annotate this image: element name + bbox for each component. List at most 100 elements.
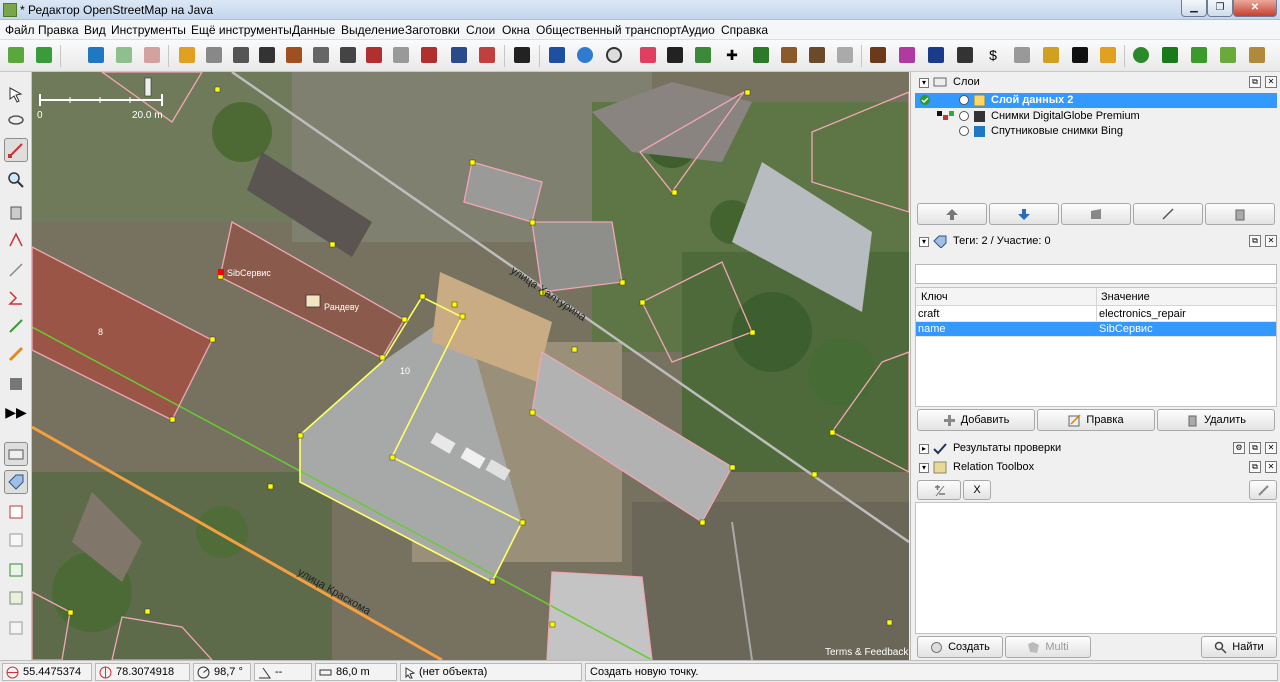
menu-public-transport[interactable]: Общественный транспорт	[536, 23, 682, 37]
pencil-green-icon[interactable]	[4, 314, 28, 338]
toggle-notes-icon[interactable]	[4, 616, 28, 640]
add-tag-button[interactable]: Добавить	[917, 409, 1035, 431]
menu-windows[interactable]: Окна	[502, 23, 530, 37]
column-value-header[interactable]: Значение	[1101, 291, 1150, 303]
layer-item-data-layer-2[interactable]: Слой данных 2	[915, 93, 1277, 108]
preset-wheat-icon[interactable]	[1246, 44, 1268, 66]
draw-mode-icon[interactable]	[4, 138, 28, 162]
edit-tag-button[interactable]: Правка	[1037, 409, 1155, 431]
validation-panel-header[interactable]: ▸ Результаты проверки ⚙ ⧉ ✕	[915, 440, 1279, 458]
delete-mode-icon[interactable]	[4, 200, 28, 224]
collapse-icon[interactable]: ▾	[919, 237, 929, 247]
preset-factory-icon[interactable]	[806, 44, 828, 66]
detach-icon[interactable]: ⧉	[1249, 76, 1261, 88]
building-tool-icon[interactable]	[4, 372, 28, 396]
menu-audio[interactable]: Аудио	[681, 23, 715, 37]
preset-building-icon[interactable]	[448, 44, 470, 66]
preset-grid-icon[interactable]	[390, 44, 412, 66]
preset-person-icon[interactable]	[1069, 44, 1091, 66]
preset-bag-icon[interactable]	[1097, 44, 1119, 66]
preset-clip-icon[interactable]	[1011, 44, 1033, 66]
preset-tractor-icon[interactable]	[256, 44, 278, 66]
preset-cart-icon[interactable]	[896, 44, 918, 66]
panel-close-icon[interactable]: ✕	[1265, 235, 1277, 247]
bing-icon[interactable]	[85, 44, 107, 66]
preset-food-icon[interactable]	[867, 44, 889, 66]
preset-barrier-icon[interactable]	[176, 44, 198, 66]
preset-rail-icon[interactable]	[283, 44, 305, 66]
preset-car-icon[interactable]	[511, 44, 533, 66]
tag-row[interactable]: craft electronics_repair	[916, 307, 1276, 322]
lasso-mode-icon[interactable]	[4, 110, 28, 134]
move-layer-up-button[interactable]	[917, 203, 987, 225]
preset-house-icon[interactable]	[834, 44, 856, 66]
preset-fence-icon[interactable]	[230, 44, 252, 66]
menu-help[interactable]: Справка	[721, 23, 768, 37]
merge-layer-button[interactable]	[1061, 203, 1131, 225]
menu-data[interactable]: Данные	[292, 23, 335, 37]
panel-close-icon[interactable]: ✕	[1265, 461, 1277, 473]
multipolygon-button[interactable]: Multi	[1005, 636, 1091, 658]
preset-pois-icon[interactable]	[1040, 44, 1062, 66]
menu-selection[interactable]: Выделение	[341, 23, 405, 37]
preset-brick2-icon[interactable]	[418, 44, 440, 66]
visibility-eye-icon[interactable]	[959, 95, 969, 105]
preset-barrier2-icon[interactable]	[476, 44, 498, 66]
preset-tool-icon[interactable]	[141, 44, 163, 66]
menu-view[interactable]: Вид	[84, 23, 106, 37]
preset-field-icon[interactable]	[1217, 44, 1239, 66]
improve-way-icon[interactable]	[4, 258, 28, 282]
toggle-layers-icon[interactable]	[4, 442, 28, 466]
detach-icon[interactable]: ⧉	[1249, 235, 1261, 247]
collapse-icon[interactable]: ▾	[919, 78, 929, 88]
preset-dish-icon[interactable]	[750, 44, 772, 66]
preset-tree-icon[interactable]	[1130, 44, 1152, 66]
poi-marker-sibservis[interactable]	[218, 269, 224, 275]
delete-tag-button[interactable]: Удалить	[1157, 409, 1275, 431]
preset-printer-icon[interactable]	[113, 44, 135, 66]
more-tools-icon[interactable]: ▶▶	[4, 400, 28, 424]
zoom-mode-icon[interactable]	[4, 168, 28, 192]
layer-item-digitalglobe[interactable]: Снимки DigitalGlobe Premium	[915, 109, 1277, 124]
menu-edit[interactable]: Правка	[38, 23, 79, 37]
preset-phone-icon[interactable]	[664, 44, 686, 66]
column-key-header[interactable]: Ключ	[921, 291, 948, 303]
download-icon[interactable]	[5, 44, 27, 66]
layer-offset-icon[interactable]	[937, 111, 955, 122]
panel-close-icon[interactable]: ✕	[1265, 442, 1277, 454]
upload-icon[interactable]	[33, 44, 55, 66]
minimize-button[interactable]: ▁	[1181, 0, 1207, 17]
layer-visibility-button[interactable]	[1133, 203, 1203, 225]
pencil-orange-icon[interactable]	[4, 342, 28, 366]
toggle-selection-icon[interactable]	[4, 500, 28, 524]
detach-icon[interactable]: ⧉	[1249, 461, 1261, 473]
preset-shirt-icon[interactable]	[925, 44, 947, 66]
menu-layers[interactable]: Слои	[466, 23, 495, 37]
preset-castle-icon[interactable]	[778, 44, 800, 66]
toggle-validator-icon[interactable]	[4, 558, 28, 582]
toggle-commands-icon[interactable]	[4, 528, 28, 552]
toggle-tags-icon[interactable]	[4, 470, 28, 494]
relation-add-remove-button[interactable]	[917, 480, 961, 500]
preset-grass-icon[interactable]	[1188, 44, 1210, 66]
menu-tools[interactable]: Инструменты	[111, 23, 186, 37]
preset-dollar-icon[interactable]: $	[982, 44, 1004, 66]
detach-icon[interactable]: ⧉	[1249, 442, 1261, 454]
close-button[interactable]: ✕	[1233, 0, 1277, 17]
tag-row-selected[interactable]: name SibСервис	[916, 322, 1276, 337]
preset-tv-icon[interactable]	[954, 44, 976, 66]
preset-brick-icon[interactable]	[363, 44, 385, 66]
preset-money-icon[interactable]	[692, 44, 714, 66]
preset-plus-icon[interactable]: ✚	[721, 44, 743, 66]
menu-more-tools[interactable]: Ещё инструменты	[191, 23, 292, 37]
move-layer-down-button[interactable]	[989, 203, 1059, 225]
collapse-icon[interactable]: ▾	[919, 463, 929, 473]
create-relation-button[interactable]: Создать	[917, 636, 1003, 658]
preset-info-icon[interactable]	[546, 44, 568, 66]
select-mode-icon[interactable]	[4, 82, 28, 106]
toggle-history-icon[interactable]	[4, 586, 28, 610]
delete-layer-button[interactable]	[1205, 203, 1275, 225]
preset-forest-icon[interactable]	[1159, 44, 1181, 66]
menu-file[interactable]: Файл	[5, 23, 35, 37]
preset-bollard-icon[interactable]	[337, 44, 359, 66]
